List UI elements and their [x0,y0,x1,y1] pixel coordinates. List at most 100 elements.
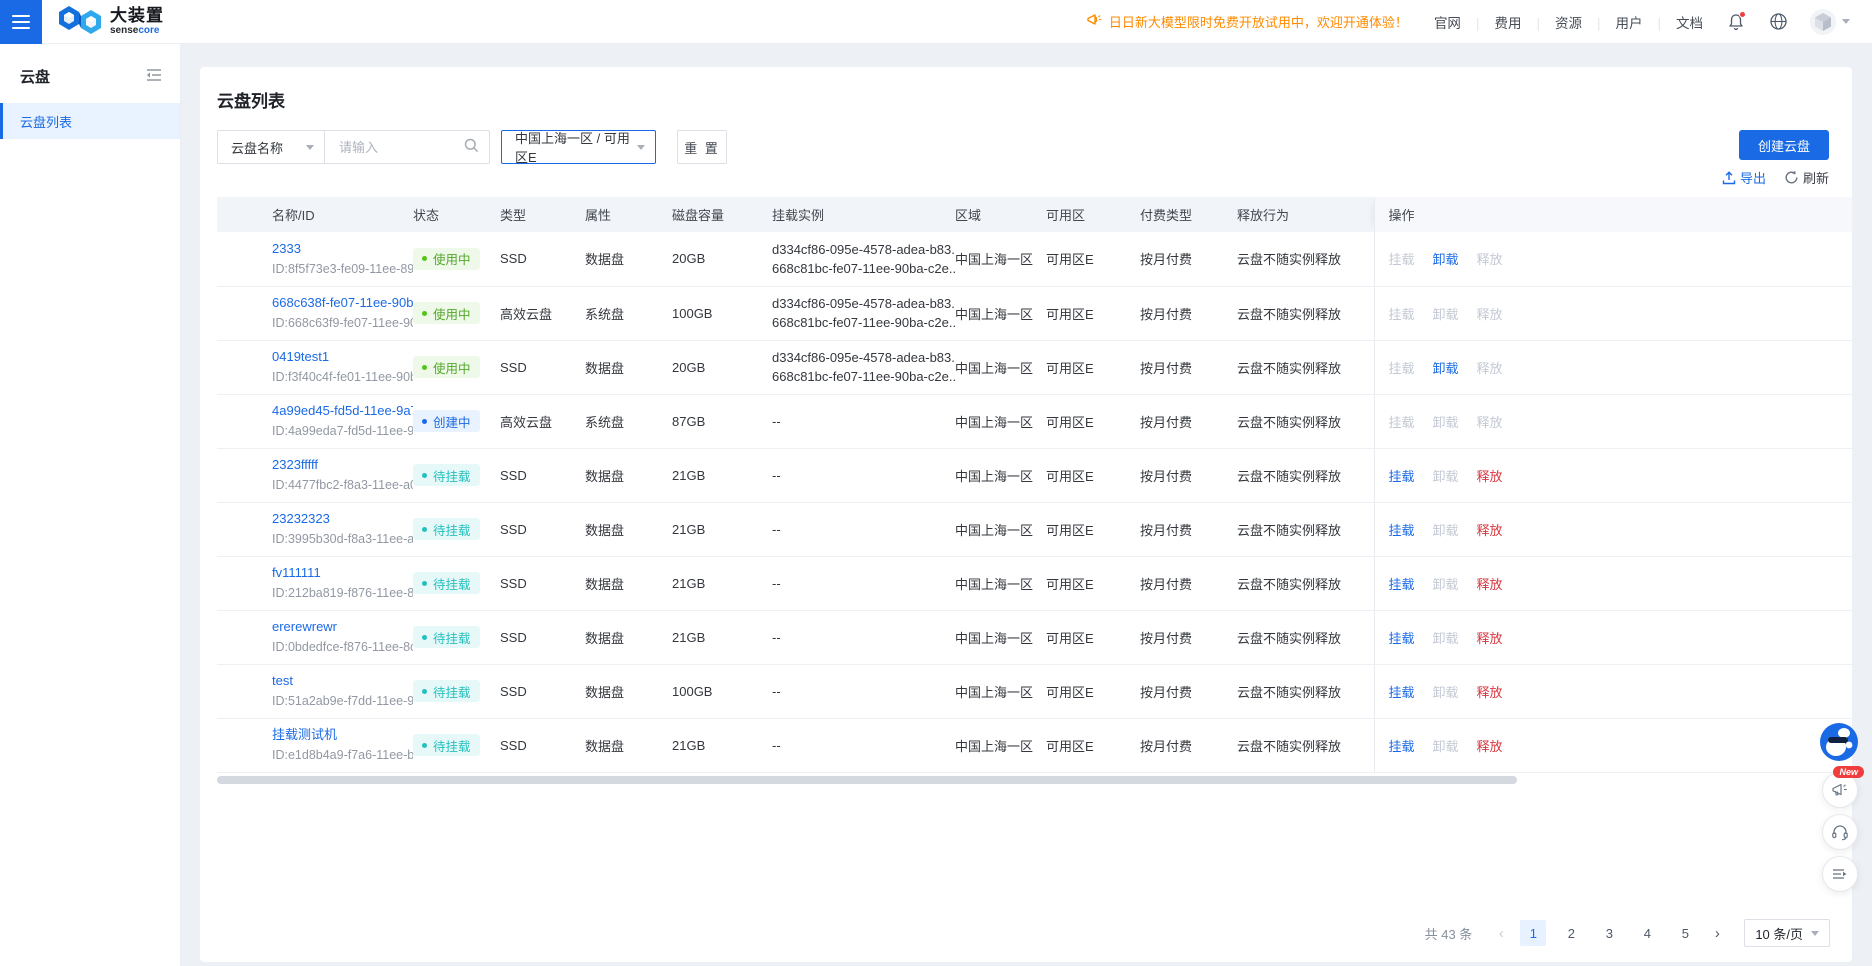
globe-icon[interactable] [1767,11,1789,33]
table-row: 2323fffffID:4477fbc2-f8a3-11ee-a0e1-b...… [217,448,1852,502]
status-badge: 使用中 [413,248,480,270]
mount-action[interactable]: 挂载 [1389,739,1415,754]
release-action[interactable]: 释放 [1477,739,1503,754]
status-cell: 使用中 [413,286,500,340]
region-cell: 中国上海一区 [955,448,1046,502]
mount-action[interactable]: 挂载 [1389,685,1415,700]
nav-official-site[interactable]: 官网 [1434,12,1461,32]
avatar-cube-image [1809,8,1837,36]
bell-icon[interactable] [1725,11,1747,33]
unmount-action: 卸载 [1433,739,1459,754]
column-header-4: 磁盘容量 [672,197,772,232]
release-cell: 云盘不随实例释放 [1237,286,1374,340]
disk-id: ID:3995b30d-f8a3-11ee-a0e1-... [272,530,401,548]
reset-button[interactable]: 重 置 [677,130,727,164]
scrollbar-thumb[interactable] [217,776,1517,784]
create-disk-button[interactable]: 创建云盘 [1739,130,1829,160]
nav-billing[interactable]: 费用 [1461,12,1522,32]
release-action[interactable]: 释放 [1477,577,1503,592]
page-list: 12345 [1520,920,1698,946]
instances-cell: -- [772,610,955,664]
page-button-5[interactable]: 5 [1672,920,1698,946]
size-cell: 20GB [672,340,772,394]
page-button-2[interactable]: 2 [1558,920,1584,946]
support-headset-button[interactable] [1822,814,1858,850]
region-cell: 中国上海一区 [955,286,1046,340]
disk-name-link[interactable]: fv111111 [272,564,401,582]
disk-table-body: 2333ID:8f5f73e3-fe09-11ee-89d9-5...使用中SS… [217,232,1852,772]
unmount-action: 卸载 [1433,685,1459,700]
mount-action[interactable]: 挂载 [1389,469,1415,484]
page-button-3[interactable]: 3 [1596,920,1622,946]
page-button-1[interactable]: 1 [1520,920,1546,946]
next-page-button[interactable]: › [1706,925,1728,942]
search-input[interactable] [337,139,464,156]
disk-name-link[interactable]: 668c638f-fe07-11ee-90ba-c2e... [272,294,401,312]
pay-type-cell: 按月付费 [1140,232,1237,286]
attr-cell: 数据盘 [585,610,672,664]
release-action[interactable]: 释放 [1477,469,1503,484]
status-cell: 待挂载 [413,556,500,610]
unmount-action: 卸载 [1433,307,1459,322]
attr-cell: 数据盘 [585,718,672,772]
status-dot-icon [422,473,427,478]
zone-cell: 可用区E [1046,394,1140,448]
disk-name-link[interactable]: 2323fffff [272,456,401,474]
unmount-action[interactable]: 卸载 [1433,361,1459,376]
table-row: fv111111ID:212ba819-f876-11ee-8cfc-4...待… [217,556,1852,610]
column-header-9: 释放行为 [1237,197,1374,232]
release-action[interactable]: 释放 [1477,523,1503,538]
column-header-7: 可用区 [1046,197,1140,232]
page-button-4[interactable]: 4 [1634,920,1660,946]
region-cell: 中国上海一区 [955,664,1046,718]
user-avatar[interactable] [1809,8,1850,36]
zone-filter-select[interactable]: 中国上海一区 / 可用区E [501,130,656,164]
status-cell: 待挂载 [413,448,500,502]
pay-type-cell: 按月付费 [1140,664,1237,718]
brand-sub-sense: sense [110,25,138,36]
export-button[interactable]: 导出 [1722,168,1766,187]
disk-name-link[interactable]: 23232323 [272,510,401,528]
disk-name-link[interactable]: ererewrewr [272,618,401,636]
table-row: ererewrewrID:0bdedfce-f876-11ee-8cfc-4a.… [217,610,1852,664]
refresh-button[interactable]: 刷新 [1784,168,1829,187]
release-action[interactable]: 释放 [1477,631,1503,646]
unmount-action: 卸载 [1433,631,1459,646]
sidebar: 云盘 云盘列表 [0,44,181,966]
search-icon[interactable] [464,138,479,156]
disk-name-link[interactable]: 挂载测试机 [272,726,401,744]
hamburger-menu-button[interactable] [0,0,42,44]
quick-menu-button[interactable] [1822,856,1858,892]
instances-cell: d334cf86-095e-4578-adea-b83...668c81bc-f… [772,340,955,394]
pay-type-cell: 按月付费 [1140,394,1237,448]
nav-docs[interactable]: 文档 [1642,12,1703,32]
unmount-action[interactable]: 卸载 [1433,252,1459,267]
nav-resources[interactable]: 资源 [1521,12,1582,32]
type-cell: SSD [500,340,585,394]
mount-action: 挂载 [1389,307,1415,322]
disk-name-link[interactable]: 4a99ed45-fd5d-11ee-9a7f-72b... [272,402,401,420]
release-cell: 云盘不随实例释放 [1237,340,1374,394]
disk-name-link[interactable]: test [272,672,401,690]
zone-filter-value: 中国上海一区 / 可用区E [515,128,637,166]
zone-cell: 可用区E [1046,664,1140,718]
page-size-select[interactable]: 10 条/页 [1744,919,1830,947]
brand-logo[interactable]: 大装置 sensecore [58,5,164,38]
status-dot-icon [422,419,427,424]
zone-cell: 可用区E [1046,448,1140,502]
release-action[interactable]: 释放 [1477,685,1503,700]
disk-name-link[interactable]: 2333 [272,240,401,258]
chevron-down-icon [306,145,314,150]
disk-name-link[interactable]: 0419test1 [272,348,401,366]
mount-action[interactable]: 挂载 [1389,523,1415,538]
sidebar-collapse-icon[interactable] [146,68,162,85]
mount-action[interactable]: 挂载 [1389,577,1415,592]
status-dot-icon [422,743,427,748]
table-row: 挂载测试机ID:e1d8b4a9-f7a6-11ee-bbc5-f...待挂载S… [217,718,1852,772]
unmount-action: 卸载 [1433,415,1459,430]
sidebar-item-disk-list[interactable]: 云盘列表 [0,103,180,139]
mount-action[interactable]: 挂载 [1389,631,1415,646]
nav-users[interactable]: 用户 [1582,12,1643,32]
filter-field-select[interactable]: 云盘名称 [217,130,325,164]
assistant-mascot-button[interactable] [1820,723,1858,761]
